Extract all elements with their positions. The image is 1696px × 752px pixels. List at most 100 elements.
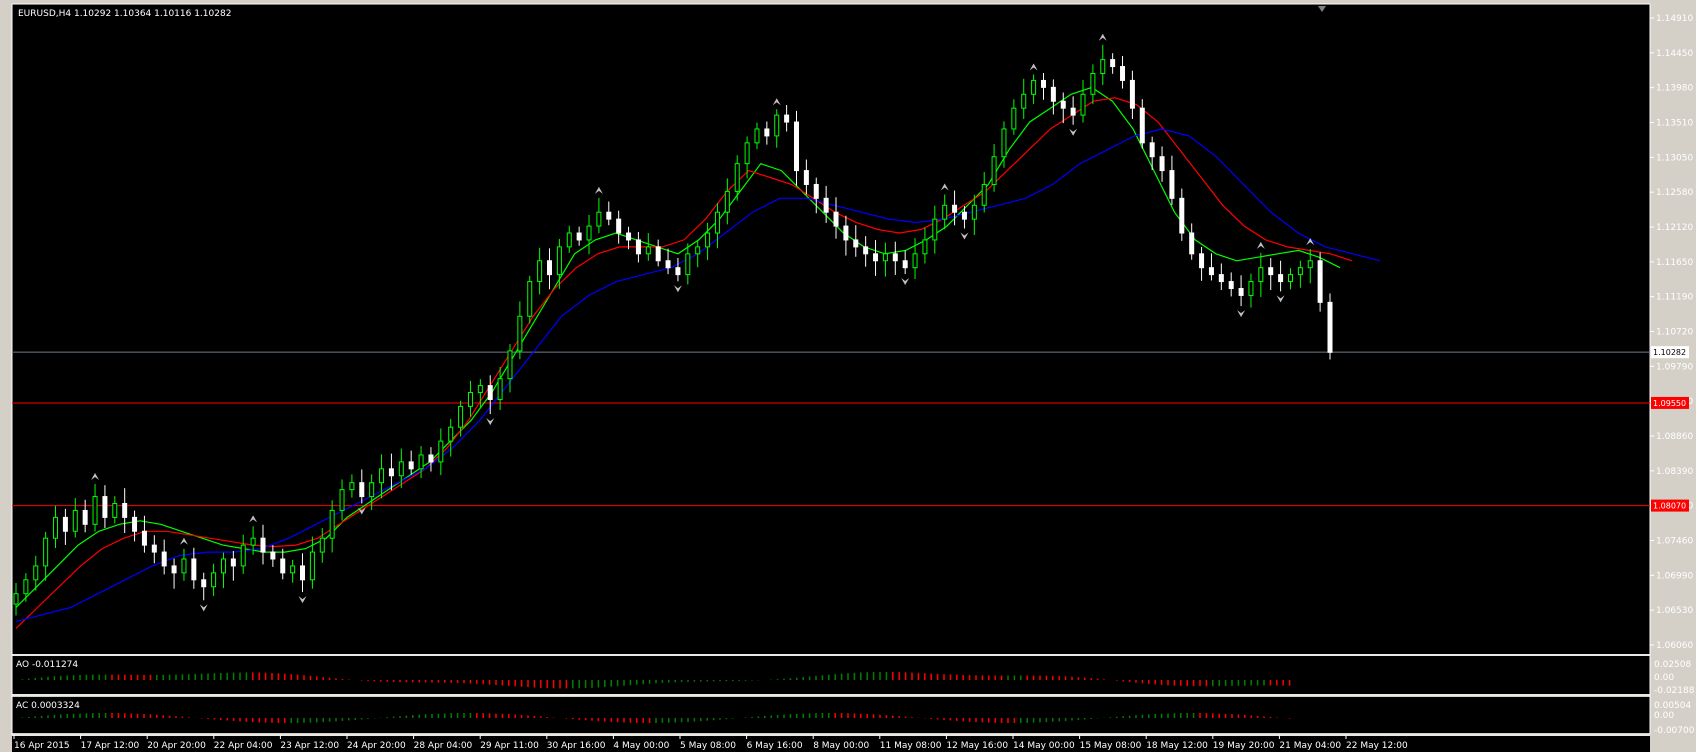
candle-body bbox=[734, 163, 740, 192]
candle-body bbox=[1070, 107, 1076, 116]
y-tick-label: 1.13510 bbox=[1656, 119, 1693, 129]
x-tick-label: 8 May 00:00 bbox=[813, 741, 869, 751]
candle-body bbox=[141, 530, 147, 546]
candle-body bbox=[1228, 281, 1234, 289]
candle-body bbox=[62, 516, 68, 532]
ac-pane[interactable] bbox=[12, 697, 1650, 733]
y-tick-label: 1.09790 bbox=[1656, 362, 1693, 372]
x-tick-label: 6 May 16:00 bbox=[747, 741, 803, 751]
candle-body bbox=[1110, 59, 1116, 68]
candle-body bbox=[616, 218, 622, 234]
x-tick-label: 29 Apr 11:00 bbox=[480, 741, 539, 751]
candle-body bbox=[211, 572, 217, 588]
candle-body bbox=[191, 558, 197, 581]
level-price-tag-label: 1.09550 bbox=[1653, 399, 1686, 408]
candle-body bbox=[803, 170, 809, 185]
candle-body bbox=[398, 461, 404, 477]
main-chart-pane[interactable] bbox=[12, 4, 1650, 654]
candle-body bbox=[309, 551, 315, 581]
ao-pane[interactable] bbox=[12, 656, 1650, 694]
candle-body bbox=[497, 378, 503, 400]
ao-label: AO -0.011274 bbox=[16, 660, 78, 670]
candle-body bbox=[1278, 274, 1284, 283]
price-axis-ticks: 1.14910 1.14450 1.13980 1.13510 1.13050 1.125… bbox=[1650, 14, 1693, 651]
ac-label: AC 0.0003324 bbox=[16, 701, 80, 711]
candle-body bbox=[527, 281, 533, 317]
candle-body bbox=[418, 454, 424, 470]
candle-body bbox=[1258, 267, 1264, 283]
y-tick-label: 1.11650 bbox=[1656, 258, 1693, 268]
y-tick-label: 1.08860 bbox=[1656, 432, 1693, 442]
x-tick-label: 30 Apr 16:00 bbox=[547, 741, 606, 751]
candle-body bbox=[695, 246, 701, 255]
candle-body bbox=[1040, 79, 1046, 88]
candle-body bbox=[1021, 93, 1027, 109]
candle-body bbox=[1199, 253, 1205, 269]
candle-body bbox=[1090, 72, 1096, 95]
candle-body bbox=[151, 544, 157, 553]
candle-body bbox=[171, 565, 177, 574]
candle-body bbox=[43, 537, 49, 567]
candle-body bbox=[290, 565, 296, 574]
right-frame bbox=[1690, 0, 1696, 752]
candle-body bbox=[1317, 260, 1323, 303]
current-price-tag-label: 1.10282 bbox=[1653, 348, 1686, 357]
ao-tick-bottom: -0.02188 bbox=[1654, 686, 1695, 696]
candle-body bbox=[873, 253, 879, 262]
x-tick-label: 12 May 16:00 bbox=[946, 741, 1008, 751]
ao-tick-top: 0.02508 bbox=[1654, 660, 1691, 670]
candle-body bbox=[556, 246, 562, 276]
x-tick-label: 21 May 04:00 bbox=[1279, 741, 1341, 751]
candle-body bbox=[33, 565, 39, 581]
candle-body bbox=[764, 128, 770, 137]
candle-body bbox=[220, 558, 226, 574]
candle-body bbox=[1218, 274, 1224, 283]
ac-tick-zero: 0.00 bbox=[1654, 711, 1674, 721]
candle-body bbox=[467, 392, 473, 407]
candle-body bbox=[1001, 128, 1007, 158]
candle-body bbox=[507, 350, 513, 380]
candle-body bbox=[102, 496, 108, 518]
candle-body bbox=[863, 246, 869, 255]
candle-body bbox=[53, 516, 59, 539]
candle-body bbox=[487, 385, 493, 400]
candle-body bbox=[566, 232, 572, 248]
candle-body bbox=[655, 246, 661, 262]
candle-body bbox=[981, 183, 987, 206]
candle-body bbox=[1287, 274, 1293, 283]
candle-body bbox=[576, 232, 582, 241]
candle-body bbox=[823, 197, 829, 213]
candle-body bbox=[675, 267, 681, 276]
candle-body bbox=[300, 565, 306, 581]
candle-body bbox=[1120, 66, 1126, 81]
y-tick-label: 1.10720 bbox=[1656, 328, 1693, 338]
candle-body bbox=[230, 558, 236, 567]
candle-body bbox=[537, 260, 543, 283]
candle-body bbox=[813, 183, 819, 199]
candle-body bbox=[1248, 281, 1254, 296]
candle-body bbox=[438, 440, 444, 463]
candle-body bbox=[932, 218, 938, 241]
candle-body bbox=[1149, 142, 1155, 158]
y-tick-label: 1.11190 bbox=[1656, 293, 1693, 303]
candle-body bbox=[971, 204, 977, 220]
candle-body bbox=[477, 385, 483, 394]
chart-window: EURUSD,H4 1.10292 1.10364 1.10116 1.1028… bbox=[11, 0, 1696, 752]
y-tick-label: 1.12120 bbox=[1656, 223, 1693, 233]
candle-body bbox=[132, 516, 138, 532]
symbol-header: EURUSD,H4 1.10292 1.10364 1.10116 1.1028… bbox=[18, 9, 231, 19]
x-tick-label: 24 Apr 20:00 bbox=[347, 741, 406, 751]
candle-body bbox=[645, 246, 651, 255]
candle-body bbox=[793, 121, 799, 172]
candle-body bbox=[82, 509, 88, 525]
x-tick-label: 23 Apr 12:00 bbox=[280, 741, 339, 751]
candle-body bbox=[922, 239, 928, 255]
candle-body bbox=[714, 211, 720, 234]
x-tick-label: 28 Apr 04:00 bbox=[414, 741, 473, 751]
candle-body bbox=[902, 260, 908, 269]
candle-body bbox=[942, 204, 948, 220]
candle-body bbox=[1129, 79, 1135, 109]
candle-body bbox=[1327, 301, 1333, 353]
candle-body bbox=[1060, 100, 1066, 109]
x-tick-label: 18 May 12:00 bbox=[1146, 741, 1208, 751]
